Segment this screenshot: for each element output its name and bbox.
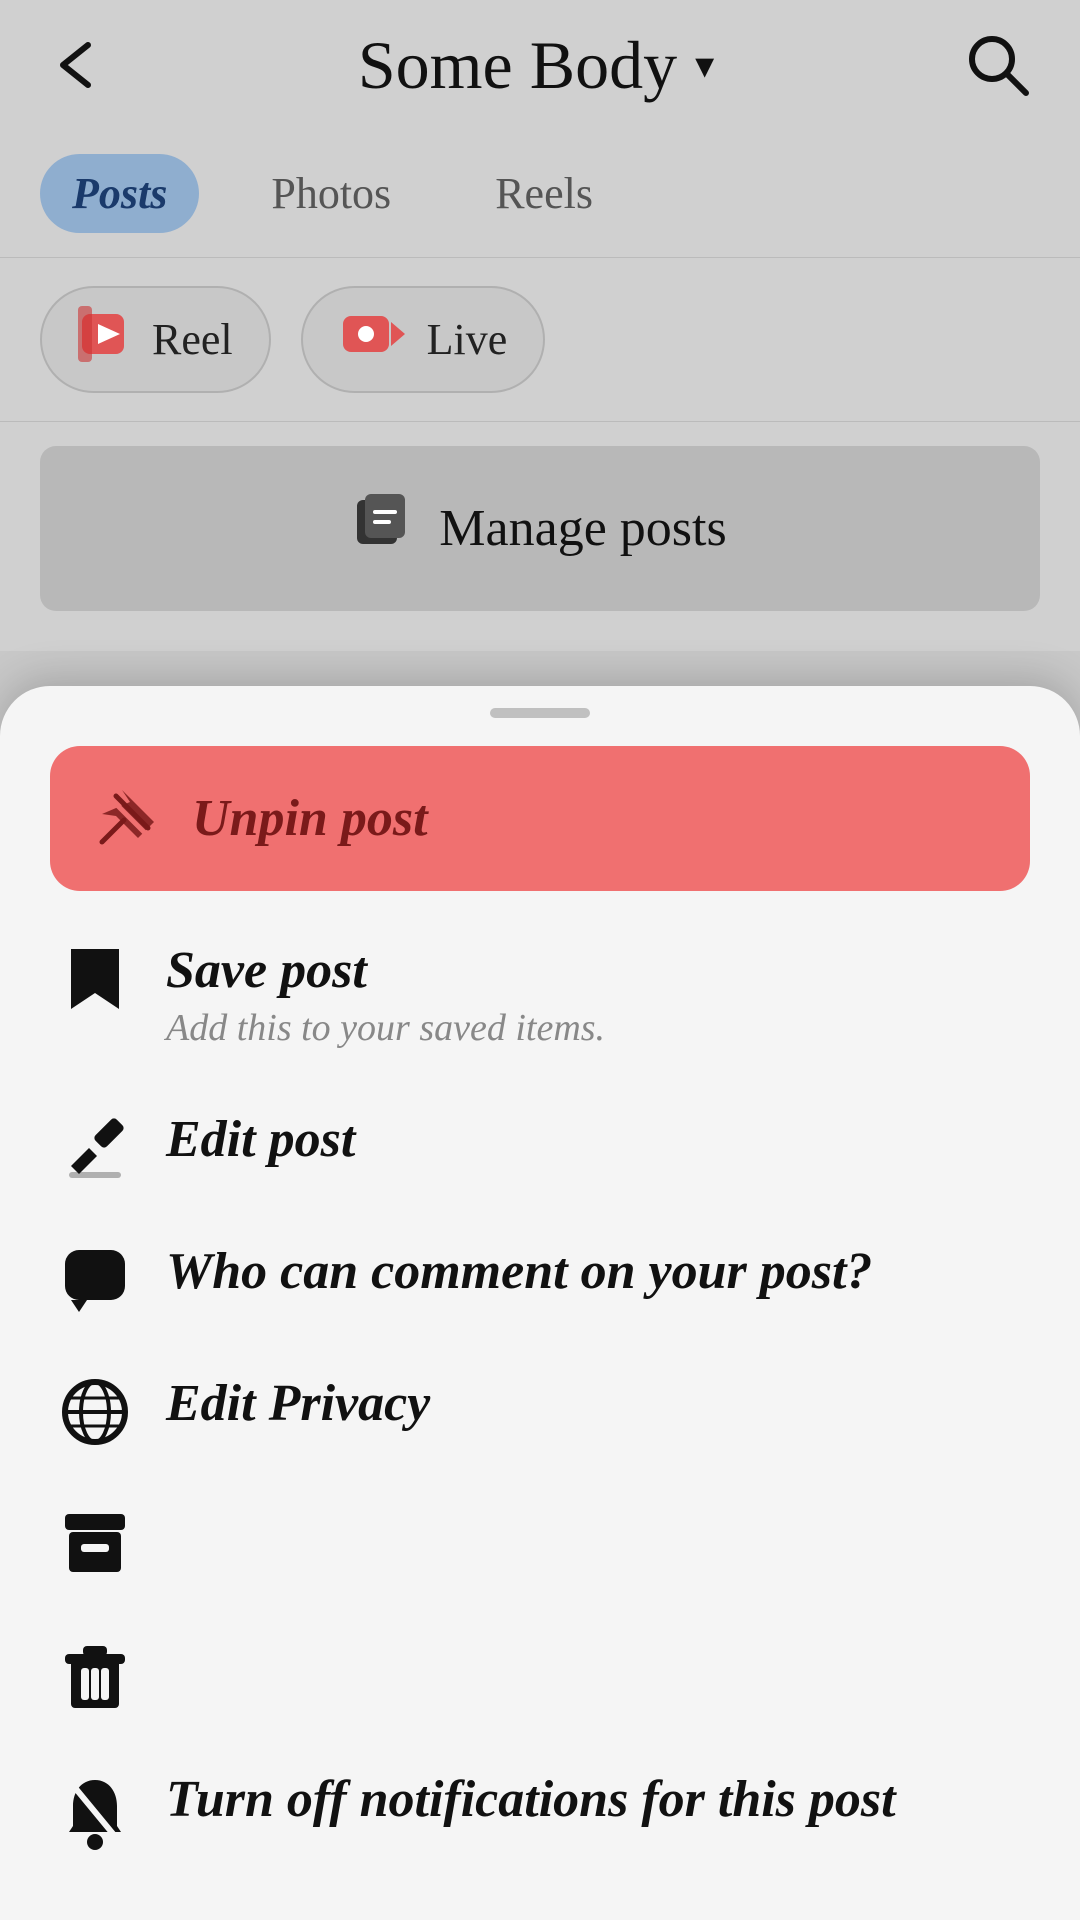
unpin-post-item[interactable]: Unpin post bbox=[50, 746, 1030, 891]
comment-icon bbox=[60, 1246, 130, 1314]
live-button[interactable]: Live bbox=[301, 286, 546, 393]
delete-item[interactable] bbox=[50, 1608, 1030, 1740]
live-label: Live bbox=[427, 314, 508, 365]
manage-row: Manage posts bbox=[0, 422, 1080, 651]
bell-off-icon bbox=[60, 1774, 130, 1850]
manage-posts-label: Manage posts bbox=[439, 499, 726, 558]
unpin-post-label: Unpin post bbox=[192, 789, 428, 848]
reel-icon bbox=[78, 306, 134, 373]
globe-icon bbox=[60, 1378, 130, 1446]
comment-settings-item[interactable]: Who can comment on your post? bbox=[50, 1212, 1030, 1344]
save-post-item[interactable]: Save post Add this to your saved items. bbox=[50, 911, 1030, 1080]
manage-posts-button[interactable]: Manage posts bbox=[40, 446, 1040, 611]
tab-reels[interactable]: Reels bbox=[463, 154, 625, 233]
edit-privacy-item[interactable]: Edit Privacy bbox=[50, 1344, 1030, 1476]
notifications-text: Turn off notifications for this post bbox=[166, 1770, 896, 1829]
save-post-sublabel: Add this to your saved items. bbox=[166, 1006, 605, 1050]
tab-photos[interactable]: Photos bbox=[239, 154, 423, 233]
reel-button[interactable]: Reel bbox=[40, 286, 271, 393]
back-icon bbox=[48, 35, 108, 95]
pencil-icon bbox=[60, 1114, 130, 1182]
save-post-text: Save post Add this to your saved items. bbox=[166, 941, 605, 1050]
comment-settings-label: Who can comment on your post? bbox=[166, 1242, 872, 1301]
notifications-label: Turn off notifications for this post bbox=[166, 1770, 896, 1829]
edit-post-text: Edit post bbox=[166, 1110, 355, 1169]
page-title[interactable]: Some Body ▾ bbox=[358, 26, 714, 105]
live-icon bbox=[339, 306, 409, 373]
tabs-row: Posts Photos Reels bbox=[0, 130, 1080, 258]
archive-item[interactable] bbox=[50, 1476, 1030, 1608]
archive-icon bbox=[60, 1510, 130, 1578]
edit-post-item[interactable]: Edit post bbox=[50, 1080, 1030, 1212]
unpin-icon bbox=[94, 782, 162, 855]
search-icon bbox=[964, 31, 1032, 99]
sheet-handle bbox=[490, 708, 590, 718]
title-text: Some Body bbox=[358, 26, 677, 105]
bookmark-icon bbox=[60, 945, 130, 1013]
trash-icon bbox=[60, 1642, 130, 1710]
dropdown-arrow-icon[interactable]: ▾ bbox=[695, 43, 714, 88]
edit-post-label: Edit post bbox=[166, 1110, 355, 1169]
action-row: Reel Live bbox=[0, 258, 1080, 422]
comment-settings-text: Who can comment on your post? bbox=[166, 1242, 872, 1301]
tab-posts[interactable]: Posts bbox=[40, 154, 199, 233]
search-button[interactable] bbox=[964, 31, 1032, 99]
save-post-label: Save post bbox=[166, 941, 605, 1000]
sheet-content: Unpin post Save post Add this to your sa… bbox=[0, 746, 1080, 1880]
edit-privacy-label: Edit Privacy bbox=[166, 1374, 430, 1433]
bottom-sheet: Unpin post Save post Add this to your sa… bbox=[0, 686, 1080, 1920]
manage-posts-icon bbox=[353, 490, 417, 567]
top-bar: Some Body ▾ bbox=[0, 0, 1080, 130]
edit-privacy-text: Edit Privacy bbox=[166, 1374, 430, 1433]
notifications-item[interactable]: Turn off notifications for this post bbox=[50, 1740, 1030, 1880]
reel-label: Reel bbox=[152, 314, 233, 365]
back-button[interactable] bbox=[48, 35, 108, 95]
